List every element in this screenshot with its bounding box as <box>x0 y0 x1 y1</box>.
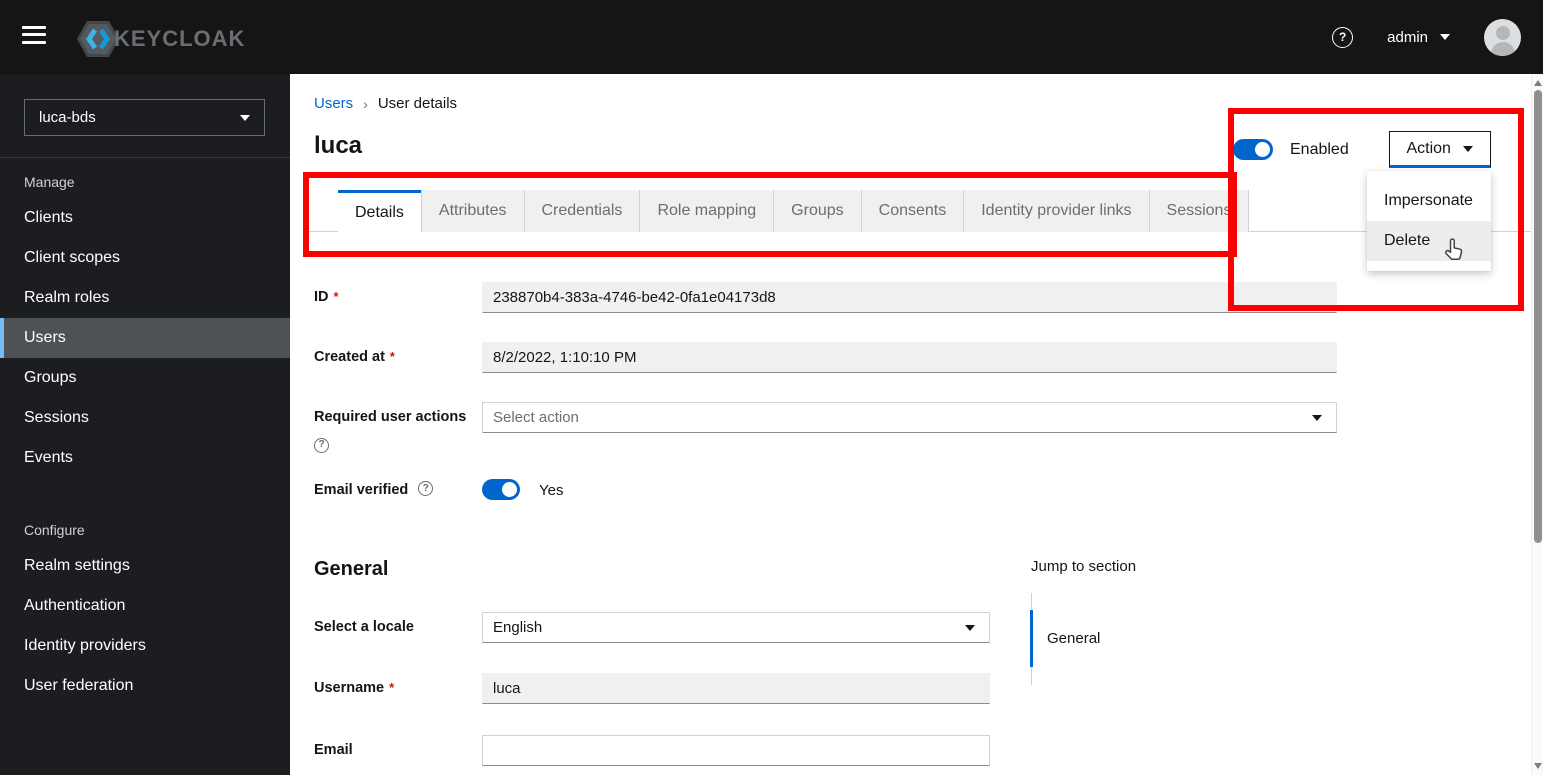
caret-down-icon <box>965 624 975 631</box>
tab-groups[interactable]: Groups <box>774 190 862 232</box>
required-user-actions-label: Required user actions ? <box>314 402 482 453</box>
sidebar-item-authentication[interactable]: Authentication <box>0 586 290 626</box>
tab-sessions[interactable]: Sessions <box>1149 190 1250 232</box>
id-label: ID * <box>314 289 339 305</box>
jump-to-section-title: Jump to section <box>1031 558 1137 575</box>
tab-role-mapping[interactable]: Role mapping <box>640 190 775 232</box>
sidebar-divider <box>0 157 290 158</box>
caret-down-icon <box>1462 145 1473 152</box>
tab-attributes[interactable]: Attributes <box>420 190 525 232</box>
enabled-label: Enabled <box>1290 140 1349 158</box>
created-at-label: Created at * <box>314 349 395 365</box>
realm-name: luca-bds <box>39 109 96 126</box>
tab-consents[interactable]: Consents <box>861 190 965 232</box>
sidebar-item-client-scopes[interactable]: Client scopes <box>0 238 290 278</box>
locale-value: English <box>493 619 543 636</box>
username-field: luca <box>482 673 990 704</box>
form-row-email: Email <box>314 735 990 766</box>
username-label: Username * <box>314 680 395 696</box>
enabled-toggle[interactable] <box>1233 139 1273 160</box>
locale-select[interactable]: English <box>482 612 990 643</box>
jump-active-indicator <box>1030 610 1033 667</box>
menu-item-delete[interactable]: Delete <box>1367 221 1491 261</box>
tab-details[interactable]: Details <box>338 190 421 233</box>
realm-selector[interactable]: luca-bds <box>24 99 265 136</box>
general-section-heading: General <box>314 558 389 580</box>
sidebar-item-realm-settings[interactable]: Realm settings <box>0 546 290 586</box>
sidebar-item-sessions[interactable]: Sessions <box>0 398 290 438</box>
menu-item-impersonate[interactable]: Impersonate <box>1367 181 1491 221</box>
keycloak-logo: KEYCLOAK <box>76 20 245 58</box>
nav-section-manage: Manage <box>24 174 75 190</box>
header-controls: Enabled Action <box>1233 131 1491 168</box>
tab-credentials[interactable]: Credentials <box>524 190 641 232</box>
main-content: Users › User details luca Enabled Action… <box>290 74 1531 775</box>
breadcrumb-current: User details <box>377 95 458 112</box>
form-row-created-at: Created at * 8/2/2022, 1:10:10 PM <box>314 342 1337 373</box>
form-row-required-user-actions: Required user actions ? Select action <box>314 402 1337 453</box>
sidebar-item-user-federation[interactable]: User federation <box>0 666 290 706</box>
nav-section-configure: Configure <box>24 522 85 538</box>
tab-identity-provider-links[interactable]: Identity provider links <box>964 190 1150 232</box>
required-marker: * <box>389 680 395 695</box>
breadcrumb: Users › User details <box>314 95 457 112</box>
brand-text: KEYCLOAK <box>114 26 246 51</box>
email-label: Email <box>314 742 353 758</box>
form-row-locale: Select a locale English <box>314 612 990 643</box>
sidebar-item-identity-providers[interactable]: Identity providers <box>0 626 290 666</box>
masthead-right: ? admin <box>1332 0 1521 74</box>
help-icon[interactable]: ? <box>418 481 434 496</box>
sidebar: luca-bds Manage Clients Client scopes Re… <box>0 74 290 775</box>
required-user-actions-select[interactable]: Select action <box>482 402 1337 433</box>
caret-down-icon <box>1312 414 1322 421</box>
avatar <box>1484 18 1521 56</box>
masthead: KEYCLOAK ? admin <box>0 0 1543 74</box>
vertical-scrollbar[interactable] <box>1531 74 1543 775</box>
required-marker: * <box>389 349 395 364</box>
help-icon[interactable]: ? <box>1332 26 1354 48</box>
required-marker: * <box>333 289 339 304</box>
username-label: admin <box>1387 28 1428 46</box>
id-field: 238870b4-383a-4746-be42-0fa1e04173d8 <box>482 282 1337 313</box>
email-input[interactable] <box>482 735 990 766</box>
sidebar-item-realm-roles[interactable]: Realm roles <box>0 278 290 318</box>
sidebar-item-users[interactable]: Users <box>0 318 290 358</box>
chevron-down-icon <box>240 114 250 121</box>
email-verified-state: Yes <box>539 481 564 499</box>
sidebar-item-groups[interactable]: Groups <box>0 358 290 398</box>
sidebar-nav: Manage Clients Client scopes Realm roles… <box>0 162 290 706</box>
chevron-down-icon <box>1440 34 1450 40</box>
nav-toggle-icon[interactable] <box>22 25 50 49</box>
breadcrumb-users-link[interactable]: Users <box>314 95 353 112</box>
tab-bar: Details Attributes Credentials Role mapp… <box>307 190 1531 233</box>
jump-item-general[interactable]: General <box>1047 630 1100 647</box>
action-menu: Impersonate Delete <box>1367 171 1491 271</box>
email-verified-toggle[interactable] <box>482 479 520 500</box>
action-dropdown-button[interactable]: Action <box>1388 131 1491 168</box>
form-row-username: Username * luca <box>314 673 990 704</box>
created-at-field: 8/2/2022, 1:10:10 PM <box>482 342 1337 373</box>
form-row-email-verified: Email verified ? Yes <box>314 479 563 500</box>
sidebar-item-clients[interactable]: Clients <box>0 198 290 238</box>
form-row-id: ID * 238870b4-383a-4746-be42-0fa1e04173d8 <box>314 282 1337 313</box>
breadcrumb-separator: › <box>363 95 368 112</box>
avatar-person-icon <box>1495 25 1510 40</box>
cursor-hand-icon <box>1445 238 1463 260</box>
help-icon[interactable]: ? <box>314 437 329 453</box>
email-verified-label: Email verified ? <box>314 479 482 500</box>
sidebar-item-events[interactable]: Events <box>0 438 290 478</box>
keycloak-admin-screen: KEYCLOAK ? admin luca-bds Manage Clients <box>0 0 1543 775</box>
page-title: luca <box>314 132 363 159</box>
scrollbar-down-arrow-icon[interactable] <box>1534 763 1542 769</box>
user-menu-button[interactable]: admin <box>1387 29 1450 46</box>
scrollbar-up-arrow-icon[interactable] <box>1534 80 1542 86</box>
select-placeholder: Select action <box>493 409 579 426</box>
scrollbar-thumb[interactable] <box>1533 90 1542 543</box>
locale-label: Select a locale <box>314 619 414 635</box>
